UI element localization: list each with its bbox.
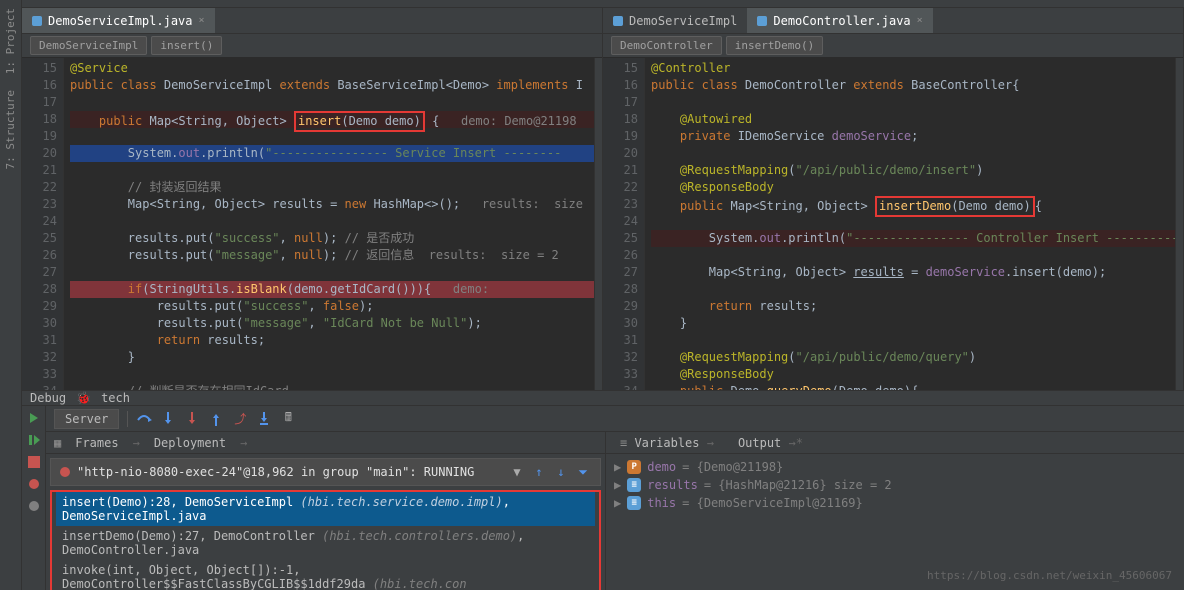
variable-row[interactable]: ▶ P demo = {Demo@21198} (614, 458, 1176, 476)
left-tool-strip: 1: Project 7: Structure (0, 0, 22, 590)
crumb-class[interactable]: DemoController (611, 36, 722, 55)
frames-list[interactable]: insert(Demo):28, DemoServiceImpl (hbi.te… (50, 490, 601, 590)
code-left[interactable]: @Servicepublic class DemoServiceImpl ext… (64, 58, 594, 390)
tool-structure[interactable]: 7: Structure (4, 86, 17, 173)
gutter-right[interactable]: 1516171819202122232425262728293031323334… (603, 58, 645, 390)
breakpoint-icon (59, 466, 71, 478)
java-class-icon (32, 16, 42, 26)
run-to-cursor-button[interactable] (256, 411, 272, 427)
variable-row[interactable]: ▶ ≡ this = {DemoServiceImpl@21169} (614, 494, 1176, 512)
breadcrumb-right: DemoController insertDemo() (603, 34, 1183, 58)
deployment-tab[interactable]: Deployment (148, 434, 232, 452)
tab-label: DemoController.java (773, 14, 910, 28)
evaluate-button[interactable]: 🖩 (280, 411, 296, 427)
bug-icon: 🐞 (76, 391, 91, 405)
step-over-button[interactable] (136, 411, 152, 427)
tab-arrow-icon: → (133, 436, 140, 450)
force-step-into-button[interactable] (184, 411, 200, 427)
stop-button[interactable] (26, 454, 42, 470)
frames-panel: ▦ Frames → Deployment → "http-nio-8080-e… (46, 432, 606, 590)
resume-button[interactable] (26, 432, 42, 448)
crumb-method[interactable]: insert() (151, 36, 222, 55)
dropdown-icon[interactable]: ▼ (508, 463, 526, 481)
close-icon[interactable]: × (917, 15, 923, 26)
crumb-method[interactable]: insertDemo() (726, 36, 823, 55)
breadcrumb-left: DemoServiceImpl insert() (22, 34, 602, 58)
tab-bar-left: DemoServiceImpl.java × (22, 8, 602, 34)
close-icon[interactable]: × (199, 15, 205, 26)
filter-button[interactable]: ⏷ (574, 463, 592, 481)
debug-left-toolbar (22, 406, 46, 590)
frame-row[interactable]: invoke(int, Object, Object[]):-1, DemoCo… (56, 560, 595, 590)
output-tab[interactable]: Output →* (732, 434, 809, 452)
tool-project[interactable]: 1: Project (4, 4, 17, 78)
step-out-button[interactable] (208, 411, 224, 427)
server-tab[interactable]: Server (54, 409, 119, 429)
watermark: https://blog.csdn.net/weixin_45606067 (927, 569, 1172, 582)
debug-panel: Debug 🐞 tech Server (22, 390, 1184, 590)
tab-label: DemoServiceImpl (629, 14, 737, 28)
variables-panel: ≡ Variables → Output →* ▶ P demo = {Demo… (606, 432, 1184, 590)
frame-row[interactable]: insertDemo(Demo):27, DemoController (hbi… (56, 526, 595, 560)
top-nav (22, 0, 1184, 8)
thread-selector[interactable]: "http-nio-8080-exec-24"@18,962 in group … (50, 458, 601, 486)
prev-frame-button[interactable]: ↑ (530, 463, 548, 481)
tab-democontroller[interactable]: DemoController.java × (747, 8, 932, 33)
editor-left: DemoServiceImpl.java × DemoServiceImpl i… (22, 8, 603, 390)
rerun-button[interactable] (26, 410, 42, 426)
variables-tab[interactable]: ≡ Variables → (614, 434, 720, 452)
debug-header: Debug 🐞 tech (22, 391, 1184, 406)
debug-title: Debug (30, 391, 66, 405)
mute-breakpoints-button[interactable] (26, 498, 42, 514)
tab-demoserviceimpl-r[interactable]: DemoServiceImpl (603, 8, 747, 33)
view-breakpoints-button[interactable] (26, 476, 42, 492)
drop-frame-button[interactable]: ⤴ (232, 411, 248, 427)
next-frame-button[interactable]: ↓ (552, 463, 570, 481)
frame-row[interactable]: insert(Demo):28, DemoServiceImpl (hbi.te… (56, 492, 595, 526)
frames-tab[interactable]: Frames (69, 434, 124, 452)
thread-name: "http-nio-8080-exec-24"@18,962 in group … (77, 465, 474, 479)
java-class-icon (613, 16, 623, 26)
tab-label: DemoServiceImpl.java (48, 14, 193, 28)
crumb-class[interactable]: DemoServiceImpl (30, 36, 147, 55)
editor-body-right[interactable]: 1516171819202122232425262728293031323334… (603, 58, 1183, 390)
frames-icon: ▦ (54, 436, 61, 450)
scrollbar-left[interactable] (594, 58, 602, 390)
tab-bar-right: DemoServiceImpl DemoController.java × (603, 8, 1183, 34)
step-into-button[interactable] (160, 411, 176, 427)
editor-right: DemoServiceImpl DemoController.java × De… (603, 8, 1184, 390)
debug-config[interactable]: tech (101, 391, 130, 405)
editor-body-left[interactable]: 1516171819202122232425262728293031323334… (22, 58, 602, 390)
scrollbar-right[interactable] (1175, 58, 1183, 390)
tab-demoserviceimpl[interactable]: DemoServiceImpl.java × (22, 8, 215, 33)
variable-row[interactable]: ▶ ≡ results = {HashMap@21216} size = 2 (614, 476, 1176, 494)
debug-toolbar: Server ⤴ 🖩 (46, 406, 1184, 432)
java-class-icon (757, 16, 767, 26)
code-right[interactable]: @Controllerpublic class DemoController e… (645, 58, 1175, 390)
gutter-left[interactable]: 1516171819202122232425262728293031323334… (22, 58, 64, 390)
tab-arrow-icon: → (240, 436, 247, 450)
